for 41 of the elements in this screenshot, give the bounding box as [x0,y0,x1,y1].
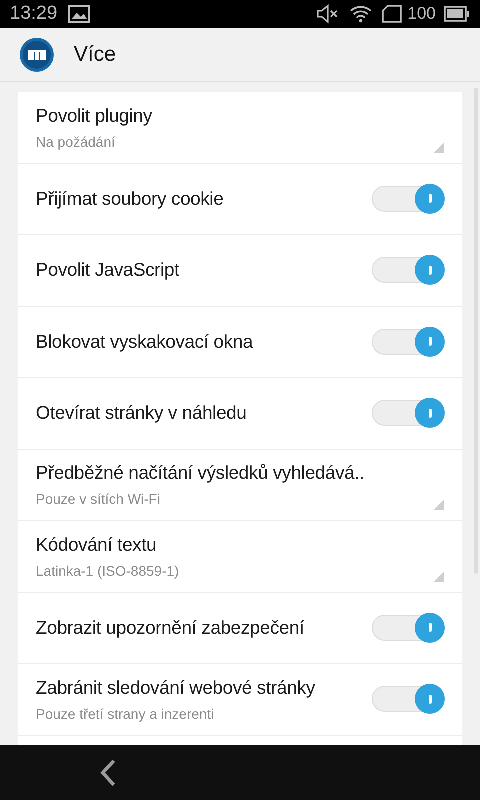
setting-title: Zabránit sledování webové stránky [36,676,316,700]
dropdown-corner-icon [434,500,444,510]
setting-title: Povolit JavaScript [36,258,180,282]
muted-speaker-icon [316,4,340,24]
app-logo-icon[interactable] [19,36,55,72]
image-icon [68,5,90,23]
toggle-switch[interactable] [372,686,444,712]
toggle-switch[interactable] [372,400,444,426]
setting-title: Předběžné načítání výsledků vyhledává.. [36,461,364,486]
setting-title: Přijímat soubory cookie [36,186,224,211]
battery-level-text: 100 [408,3,436,26]
settings-row[interactable]: Kódování textu Latinka-1 (ISO-8859-1) [18,521,462,592]
setting-title: Blokovat vyskakovací okna [36,330,254,354]
toggle-switch[interactable] [372,257,444,284]
screen-title: Více [74,42,116,68]
setting-title: Zobrazit upozornění zabezpečení [36,616,304,640]
settings-row[interactable]: Blokovat vyskakovací okna [18,306,462,378]
setting-title: Povolit pluginy [36,104,152,128]
setting-title: Kódování textu [36,532,157,557]
toggle-switch[interactable] [372,328,444,355]
dropdown-corner-icon [434,572,444,582]
settings-row[interactable]: Přijímat soubory cookie [18,164,462,235]
clock-text: 13:29 [10,2,58,26]
settings-row[interactable]: Otevírat stránky v náhledu [18,378,462,450]
toggle-switch[interactable] [372,614,444,641]
dropdown-corner-icon [434,142,444,152]
setting-summary: Pouze v sítích Wi-Fi [36,490,160,510]
settings-row[interactable]: Zobrazit upozornění zabezpečení [18,592,462,664]
settings-row[interactable]: Zabránit sledování webové stránky Pouze třetí strany a inzerenti [18,664,462,736]
settings-row[interactable]: Povolit JavaScript [18,235,462,306]
settings-row[interactable]: Předběžné načítání výsledků vyhledává.. Pouze v sítích Wi-Fi [18,450,462,521]
setting-summary: Na požádání [36,132,116,152]
toggle-switch[interactable] [372,186,444,212]
back-icon[interactable] [98,758,118,786]
setting-title: Otevírat stránky v náhledu [36,401,247,426]
setting-summary: Pouze třetí strany a inzerenti [36,704,214,724]
sim-card-icon [382,5,402,23]
wifi-icon [350,5,372,23]
settings-row[interactable]: Povolit pluginy Na požádání [18,92,462,164]
battery-icon [444,6,470,22]
setting-summary: Latinka-1 (ISO-8859-1) [36,562,180,581]
